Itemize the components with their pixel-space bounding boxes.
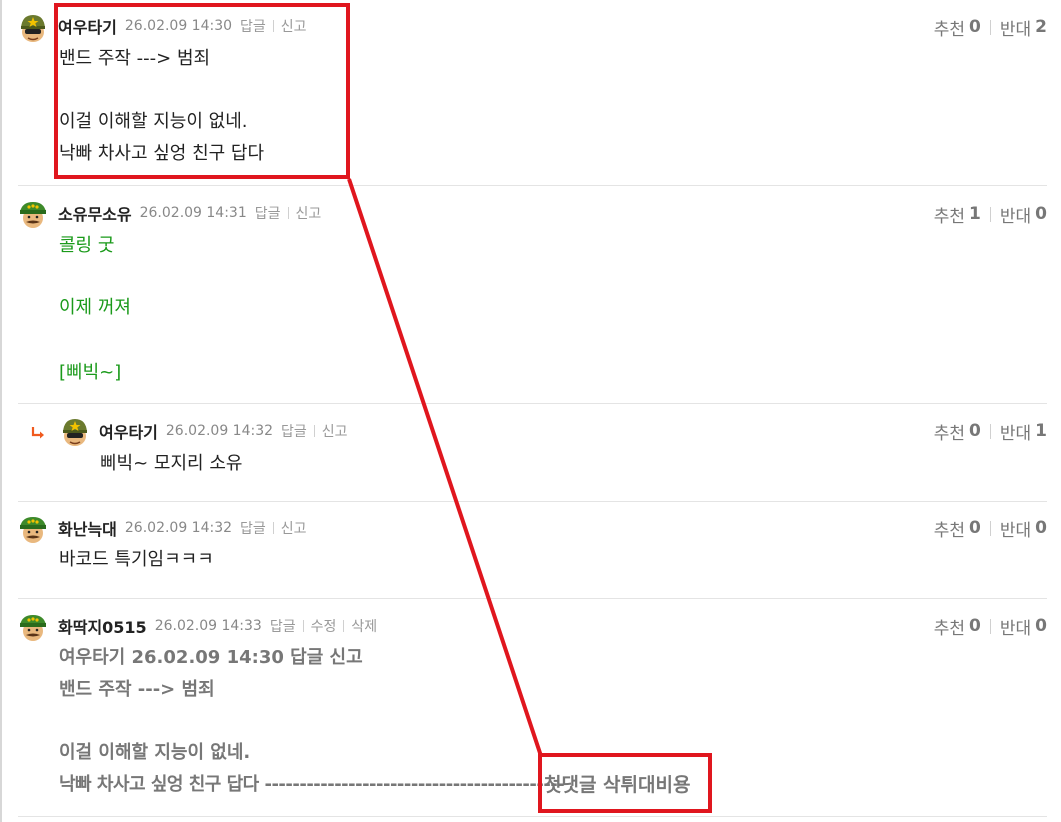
downvote-label: 반대 (999, 19, 1032, 40)
divider (989, 423, 991, 439)
downvote-count: 2 (1035, 17, 1047, 37)
vote-area: 추천 0 반대 2 (934, 15, 1047, 40)
reply-link[interactable]: 답글 (281, 421, 307, 441)
comment-separator (18, 501, 1047, 502)
comment-text-line: 이제 꺼져 (59, 297, 131, 318)
upvote-count: 0 (969, 518, 981, 538)
downvote-count: 0 (1035, 204, 1047, 224)
author-nickname[interactable]: 소유무소유 (58, 201, 132, 225)
comment-text-line: 낙빠 차사고 싶엉 친구 답다 ------------------------… (59, 774, 565, 795)
downvote-label: 반대 (999, 520, 1032, 541)
author-nickname[interactable]: 여우타기 (99, 419, 158, 443)
comment-date: 26.02.09 14:33 (154, 618, 262, 634)
author-nickname[interactable]: 화난늑대 (58, 516, 117, 540)
downvote-count: 0 (1035, 518, 1047, 538)
comment-separator (18, 816, 1047, 817)
comment-separator (18, 403, 1047, 404)
downvote-button[interactable]: 반대 2 (1000, 15, 1047, 40)
vote-area: 추천 0 반대 0 (934, 614, 1047, 639)
reply-link[interactable]: 답글 (255, 203, 281, 223)
upvote-label: 추천 (933, 618, 966, 639)
mustache-officer-icon (20, 615, 46, 641)
upvote-label: 추천 (933, 423, 966, 444)
upvote-button[interactable]: 추천 0 (934, 15, 981, 40)
edit-link[interactable]: 수정 (311, 616, 337, 636)
divider (343, 620, 345, 632)
comment-text-line: [삐빅~] (59, 362, 122, 383)
downvote-button[interactable]: 반대 0 (1000, 202, 1047, 227)
reply-link[interactable]: 답글 (270, 616, 296, 636)
vote-area: 추천 1 반대 0 (934, 202, 1047, 227)
divider (272, 522, 274, 534)
upvote-button[interactable]: 추천 0 (934, 419, 981, 444)
downvote-count: 0 (1035, 616, 1047, 636)
upvote-label: 추천 (933, 520, 966, 541)
downvote-button[interactable]: 반대 0 (1000, 614, 1047, 639)
divider (989, 19, 991, 35)
divider (989, 206, 991, 222)
downvote-label: 반대 (999, 206, 1032, 227)
upvote-button[interactable]: 추천 1 (934, 202, 981, 227)
author-nickname[interactable]: 화딱지0515 (58, 614, 147, 638)
report-link[interactable]: 신고 (281, 518, 307, 538)
soldier-helmet-star-icon (21, 15, 45, 42)
report-link[interactable]: 신고 (296, 203, 322, 223)
annotation-box-copy (538, 753, 712, 813)
upvote-label: 추천 (933, 206, 966, 227)
upvote-count: 0 (969, 17, 981, 37)
downvote-button[interactable]: 반대 0 (1000, 516, 1047, 541)
upvote-count: 1 (969, 204, 981, 224)
divider (287, 207, 289, 219)
mustache-officer-icon (20, 202, 46, 228)
report-link[interactable]: 신고 (322, 421, 348, 441)
comment-text-line: 이걸 이해할 지능이 없네. (59, 742, 251, 763)
comment-text-line: 바코드 특기임ㅋㅋㅋ (59, 549, 214, 570)
downvote-button[interactable]: 반대 1 (1000, 419, 1047, 444)
upvote-button[interactable]: 추천 0 (934, 614, 981, 639)
divider (989, 618, 991, 634)
reply-arrow-icon (31, 427, 44, 439)
annotation-box-original (54, 3, 350, 179)
comment-date: 26.02.09 14:31 (139, 205, 247, 221)
vote-area: 추천 0 반대 0 (934, 516, 1047, 541)
divider (989, 520, 991, 536)
mustache-officer-icon (20, 517, 46, 543)
downvote-count: 1 (1035, 421, 1047, 441)
comment-separator (18, 598, 1047, 599)
comment-date: 26.02.09 14:32 (165, 423, 274, 439)
left-border (0, 0, 2, 822)
upvote-count: 0 (969, 421, 981, 441)
comment-separator (18, 185, 1047, 186)
soldier-helmet-star-icon (63, 419, 87, 446)
delete-link[interactable]: 삭제 (351, 616, 377, 636)
comment-text-line: 밴드 주작 ---> 범죄 (59, 679, 215, 700)
divider (302, 620, 304, 632)
downvote-label: 반대 (999, 618, 1032, 639)
upvote-count: 0 (969, 616, 981, 636)
downvote-label: 반대 (999, 423, 1032, 444)
comment-date: 26.02.09 14:32 (124, 520, 233, 536)
upvote-button[interactable]: 추천 0 (934, 516, 981, 541)
comment-text-line: 삐빅~ 모지리 소유 (100, 453, 243, 474)
divider (313, 425, 315, 437)
upvote-label: 추천 (933, 19, 966, 40)
comment-text-line: 콜링 굿 (59, 235, 115, 256)
vote-area: 추천 0 반대 1 (934, 419, 1047, 444)
reply-link[interactable]: 답글 (240, 518, 266, 538)
quoted-header-line: 여우타기 26.02.09 14:30 답글 신고 (59, 647, 363, 668)
